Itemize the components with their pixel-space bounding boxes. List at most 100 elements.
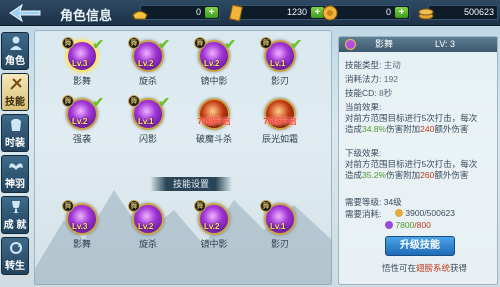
tab-fashion[interactable]: 时装: [1, 114, 29, 152]
current-effect-line-2: 造成34.8%伤害附加240额外伤害: [345, 123, 468, 135]
tab-skills[interactable]: 技能: [1, 73, 29, 111]
text: 造成: [345, 124, 363, 134]
skill-slot-whirl-kill[interactable]: 舞 ✔ Lv.2 旋杀: [126, 36, 170, 92]
skill-name: 辰光如霜: [261, 134, 298, 144]
skill-level: Lv.2: [138, 222, 154, 231]
check-icon: ✔: [158, 94, 170, 110]
insight-source-note: 悟性可在翅膀系统获得: [382, 262, 467, 274]
tab-rebirth[interactable]: 转生: [1, 237, 29, 275]
bonus-damage: 260: [420, 170, 435, 180]
insight-cost-need: /800: [414, 220, 431, 230]
coin-cost: 3900/500623: [405, 208, 456, 218]
next-effect-line-2: 造成35.2%伤害附加260额外伤害: [345, 169, 468, 181]
skill-name: 影刃: [270, 239, 289, 249]
skill-level: Lv.2: [204, 222, 220, 231]
check-icon: ✔: [158, 36, 170, 52]
skill-slot-dawn-frost-locked[interactable]: 75级开启 辰光如霜: [258, 98, 302, 150]
equipped-slot-3[interactable]: 舞 Lv.2 镜中影: [192, 200, 236, 255]
silver-counter: 500623: [418, 5, 498, 20]
cooldown-row: 技能CD: 8秒: [345, 87, 392, 99]
tab-character-label: 角色: [5, 56, 25, 67]
coin-counter: 0 +: [322, 5, 410, 21]
coin-icon: [395, 209, 403, 217]
skill-level: Lv.3: [72, 222, 88, 231]
upgrade-skill-button[interactable]: 升级技能: [385, 236, 455, 256]
skill-type-value: 主动: [383, 60, 401, 70]
tab-divine-wings-label: 神羽: [5, 179, 25, 190]
mana-cost-value: 192: [383, 74, 398, 84]
tab-achievements-label: 成 就: [3, 220, 27, 231]
ticket-counter: 1230 +: [229, 4, 326, 22]
check-icon: ✔: [290, 36, 302, 52]
skill-name: 破魔斗杀: [195, 134, 232, 144]
wings-icon: [8, 158, 24, 174]
dance-badge: 舞: [62, 37, 74, 49]
silver-value: 500623: [463, 7, 494, 17]
sidebar: 角色 技能 时装 神羽 成 就 转生: [0, 28, 30, 287]
skill-name: 影舞: [72, 76, 91, 86]
trophy-icon: [8, 199, 24, 215]
skill-name: 强袭: [72, 134, 91, 144]
back-arrow-icon[interactable]: [6, 3, 44, 23]
dance-badge: 舞: [260, 37, 272, 49]
skill-slot-shadow-dance[interactable]: 舞 ✔ Lv.3 影舞: [60, 36, 104, 92]
coin-cost-row: 3900/500623: [395, 208, 455, 218]
mana-cost-row: 消耗法力: 192: [345, 73, 398, 85]
equipped-slot-2[interactable]: 舞 Lv.2 旋杀: [126, 200, 170, 255]
text: 悟性可在: [382, 263, 417, 273]
tab-achievements[interactable]: 成 就: [1, 196, 29, 234]
text: 额外伤害: [434, 124, 469, 134]
skill-slot-mirror-shadow[interactable]: 舞 ✔ Lv.2 镜中影: [192, 36, 236, 92]
text: 造成: [345, 170, 363, 180]
ticket-icon: [227, 4, 245, 22]
rebirth-icon: [8, 240, 24, 256]
dance-badge: 舞: [128, 95, 140, 107]
text: 伤害附加: [386, 170, 421, 180]
check-icon: ✔: [224, 36, 236, 52]
skill-name: 镜中影: [200, 76, 228, 86]
gold-ingot-icon: [131, 4, 149, 22]
skill-slot-demon-slayer-locked[interactable]: 70级开启 破魔斗杀: [192, 98, 236, 150]
skill-name: 镜中影: [200, 239, 228, 249]
cooldown-value: 8秒: [379, 88, 393, 98]
skill-level: Lv.2: [72, 117, 88, 126]
coin-icon: [321, 4, 339, 22]
wings-system-link[interactable]: 翅膀系统: [416, 263, 450, 273]
add-gold-ingot-button[interactable]: +: [205, 7, 218, 18]
skill-slot-flash-shadow[interactable]: 舞 ✔ Lv.1 闪影: [126, 94, 170, 150]
skill-level: Lv.1: [270, 222, 286, 231]
check-icon: ✔: [92, 36, 104, 52]
bonus-damage: 240: [420, 124, 435, 134]
skill-slot-shadow-blade[interactable]: 舞 ✔ Lv.1 影刃: [258, 36, 302, 92]
skill-name: 影舞: [72, 239, 91, 249]
skill-name: 闪影: [138, 134, 157, 144]
required-level: 需要等级: 34级: [345, 197, 402, 207]
tab-fashion-label: 时装: [5, 138, 25, 149]
coin-value: 0: [385, 7, 391, 17]
skills-icon: [8, 76, 24, 92]
skill-level: Lv.1: [270, 59, 286, 68]
skill-thumb-icon: [345, 39, 356, 50]
top-bar: 角色信息 0 + 1230 + 0 + 500623: [0, 0, 500, 26]
tab-divine-wings[interactable]: 神羽: [1, 155, 29, 193]
damage-percent: 34.8%: [362, 124, 387, 134]
cooldown-label: 技能CD:: [345, 88, 377, 98]
skill-info-header: 影舞 LV: 3: [339, 37, 497, 52]
skill-slot-assault[interactable]: 舞 ✔ Lv.2 强袭: [60, 94, 104, 150]
skill-type-label: 技能类型:: [345, 60, 382, 70]
equipped-slot-1[interactable]: 舞 Lv.3 影舞: [60, 200, 104, 255]
dance-badge: 舞: [62, 200, 74, 212]
damage-percent: 35.2%: [362, 170, 387, 180]
gold-ingot-value: 0: [195, 7, 201, 17]
dance-badge: 舞: [128, 200, 140, 212]
dance-badge: 舞: [128, 37, 140, 49]
page-title: 角色信息: [60, 8, 113, 23]
text: 获得: [450, 263, 468, 273]
tab-character[interactable]: 角色: [1, 32, 29, 70]
text: 额外伤害: [434, 170, 469, 180]
skill-name: 旋杀: [138, 76, 157, 86]
tab-rebirth-label: 转生: [5, 261, 25, 272]
check-icon: ✔: [92, 94, 104, 110]
add-coin-button[interactable]: +: [395, 7, 408, 18]
equipped-slot-4[interactable]: 舞 Lv.1 影刃: [258, 200, 302, 255]
